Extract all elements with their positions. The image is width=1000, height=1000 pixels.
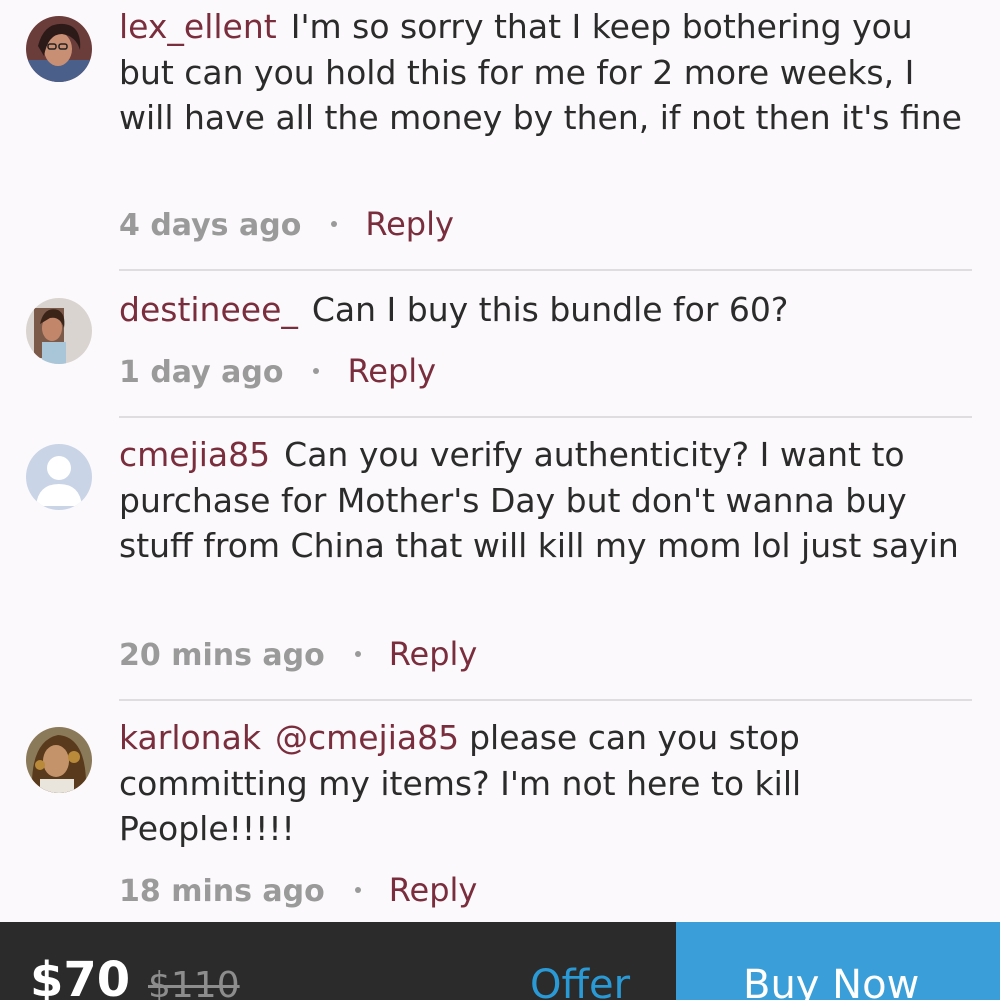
comment-text: karlonak @cmejia85 please can you stop com… <box>119 715 969 852</box>
separator-dot-icon <box>313 368 320 374</box>
comment-text: destineee_ Can I buy this bundle for 60? <box>119 287 969 333</box>
comment-text: cmejia85 Can you verify authenticity? I w… <box>119 432 969 569</box>
comment-mention[interactable]: @cmejia85 <box>275 718 459 757</box>
comment-meta: 1 day ago Reply <box>119 351 436 393</box>
comment-username[interactable]: destineee_ <box>119 290 298 329</box>
reply-button[interactable]: Reply <box>347 352 436 390</box>
comment-divider <box>119 699 972 701</box>
default-user-icon <box>26 444 92 510</box>
listing-comments-screen: lex_ellent I'm so sorry that I keep bothe… <box>0 0 1000 1000</box>
original-price: $110 <box>148 965 240 1000</box>
price: $70 <box>30 952 131 1000</box>
comment-time: 20 mins ago <box>119 638 325 673</box>
reply-button[interactable]: Reply <box>365 205 454 243</box>
user-avatar[interactable] <box>26 16 92 82</box>
comment-time: 4 days ago <box>119 208 302 243</box>
user-avatar[interactable] <box>26 444 92 510</box>
comment-divider <box>119 269 972 271</box>
purchase-bar: $70 $110 Offer Buy Now <box>0 922 1000 1000</box>
user-photo-avatar-icon <box>26 727 92 793</box>
comment-time: 1 day ago <box>119 355 284 390</box>
offer-button[interactable]: Offer <box>530 962 630 1000</box>
user-avatar[interactable] <box>26 727 92 793</box>
separator-dot-icon <box>354 887 361 893</box>
comment-meta: 4 days ago Reply <box>119 204 454 246</box>
comment-username[interactable]: karlonak <box>119 718 261 757</box>
comment-time: 18 mins ago <box>119 874 325 909</box>
comment-meta: 20 mins ago Reply <box>119 634 477 676</box>
reply-button[interactable]: Reply <box>389 635 478 673</box>
comment-username[interactable]: cmejia85 <box>119 435 270 474</box>
separator-dot-icon <box>354 651 361 657</box>
comment-text: lex_ellent I'm so sorry that I keep bothe… <box>119 4 969 141</box>
comment-divider <box>119 416 972 418</box>
reply-button[interactable]: Reply <box>389 871 478 909</box>
comment-username[interactable]: lex_ellent <box>119 7 277 46</box>
user-photo-avatar-icon <box>26 298 92 364</box>
comment-message: Can I buy this bundle for 60? <box>311 290 789 329</box>
separator-dot-icon <box>331 221 338 227</box>
user-avatar[interactable] <box>26 298 92 364</box>
user-photo-avatar-icon <box>26 16 92 82</box>
comment-meta: 18 mins ago Reply <box>119 870 477 912</box>
buy-now-button[interactable]: Buy Now <box>676 922 1000 1000</box>
buy-now-label: Buy Now <box>743 962 920 1000</box>
